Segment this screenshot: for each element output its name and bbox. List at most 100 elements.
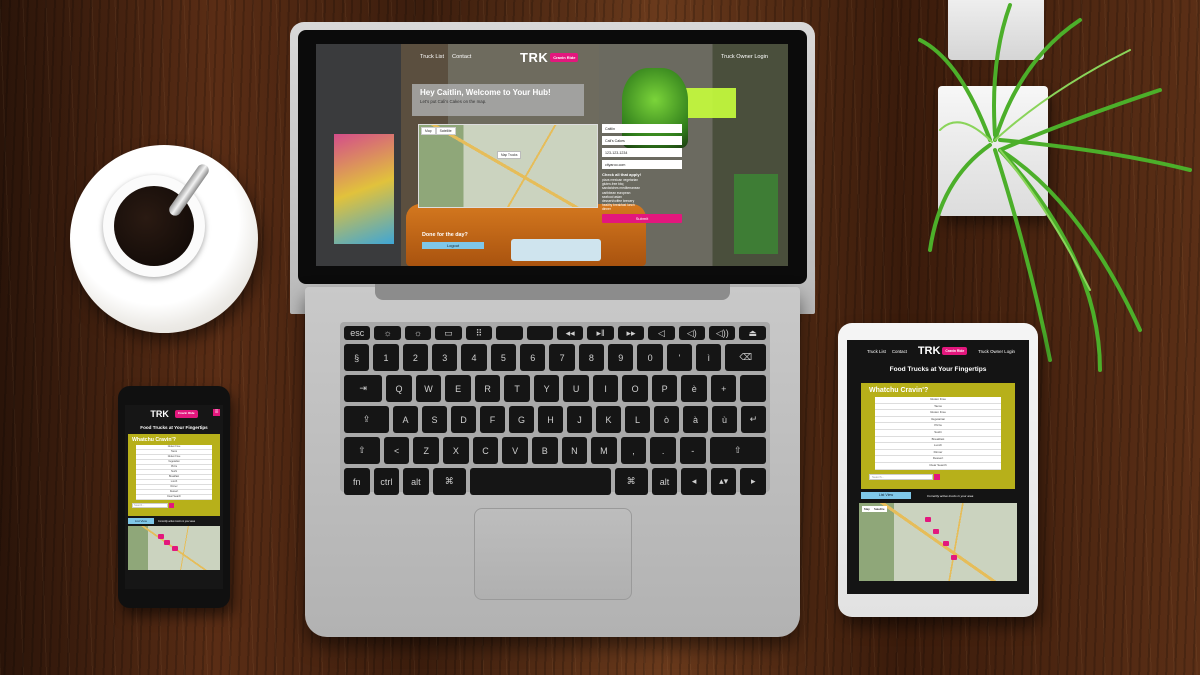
- phone-map[interactable]: [128, 526, 220, 570]
- key[interactable]: I: [592, 375, 619, 402]
- key[interactable]: G: [509, 406, 534, 433]
- key[interactable]: O: [622, 375, 648, 402]
- tablet-nav-truck-list[interactable]: Truck List: [867, 349, 886, 354]
- list-item[interactable]: Lunch: [875, 443, 1001, 450]
- phone-field[interactable]: 123-123-1234: [602, 148, 682, 157]
- key[interactable]: .: [650, 437, 676, 464]
- key[interactable]: H: [538, 406, 563, 433]
- key[interactable]: 1: [373, 344, 399, 371]
- tablet-map-tab-satellite[interactable]: Satellite: [871, 506, 887, 512]
- cuisine-checkbox-row[interactable]: dinner: [602, 207, 682, 211]
- key[interactable]: 7: [549, 344, 575, 371]
- key[interactable]: ☼: [374, 326, 401, 340]
- tablet-nav-contact[interactable]: Contact: [892, 349, 907, 354]
- key[interactable]: à: [683, 406, 708, 433]
- key[interactable]: ⠿: [465, 326, 493, 340]
- list-item[interactable]: Gluten Free: [875, 397, 1001, 404]
- tablet-map[interactable]: Map Satellite: [859, 503, 1017, 581]
- ctrl-key[interactable]: ctrl: [373, 468, 400, 495]
- list-item[interactable]: Vegetarian: [875, 417, 1001, 424]
- key[interactable]: J: [567, 406, 592, 433]
- tablet-list-view-button[interactable]: List View: [861, 492, 911, 499]
- key[interactable]: ▸‖: [587, 326, 614, 340]
- key[interactable]: U: [563, 375, 589, 402]
- key[interactable]: V: [502, 437, 528, 464]
- key[interactable]: T: [504, 375, 530, 402]
- key[interactable]: ◁: [648, 326, 675, 340]
- key[interactable]: §: [344, 344, 370, 371]
- map-tab-map[interactable]: Map: [421, 127, 436, 135]
- backspace-key[interactable]: ⌫: [725, 344, 767, 371]
- space-key[interactable]: [469, 468, 611, 495]
- key[interactable]: N: [561, 437, 588, 464]
- key[interactable]: ⏏: [739, 326, 766, 340]
- location-map[interactable]: Map Satellite Map Trucks: [418, 124, 598, 208]
- list-item[interactable]: Clear Search: [136, 495, 212, 500]
- key[interactable]: ,: [620, 437, 647, 464]
- key[interactable]: W: [415, 375, 442, 402]
- key[interactable]: Z: [413, 437, 440, 464]
- key[interactable]: Q: [386, 375, 412, 402]
- fn-key[interactable]: fn: [344, 468, 370, 495]
- alt-key[interactable]: alt: [651, 468, 678, 495]
- key[interactable]: 5: [490, 344, 517, 371]
- key[interactable]: Y: [533, 375, 560, 402]
- key[interactable]: L: [625, 406, 650, 433]
- cmd-key[interactable]: ⌘: [614, 468, 648, 495]
- tablet-search-button[interactable]: [934, 473, 940, 480]
- key[interactable]: ì: [696, 344, 722, 371]
- list-item[interactable]: Dessert: [875, 456, 1001, 463]
- key[interactable]: <: [383, 437, 410, 464]
- tab-key[interactable]: ⇥: [344, 375, 383, 402]
- key[interactable]: [740, 375, 766, 402]
- trackpad[interactable]: [474, 508, 632, 600]
- list-item[interactable]: Clear Search: [875, 463, 1001, 470]
- name-field[interactable]: Caitlin: [602, 124, 682, 133]
- truck-pin-icon[interactable]: [925, 517, 931, 522]
- truck-pin-icon[interactable]: [158, 534, 164, 539]
- tablet-search-input[interactable]: Search...: [869, 473, 933, 480]
- key[interactable]: ù: [712, 406, 737, 433]
- key[interactable]: ': [666, 344, 693, 371]
- key[interactable]: M: [591, 437, 617, 464]
- list-item[interactable]: Gluten Free: [875, 410, 1001, 417]
- tablet-map-tab-map[interactable]: Map: [862, 506, 872, 512]
- key[interactable]: B: [531, 437, 558, 464]
- shift-key[interactable]: ⇧: [709, 437, 766, 464]
- logout-button[interactable]: Logout: [422, 242, 484, 249]
- key[interactable]: ò: [654, 406, 679, 433]
- nav-truck-list[interactable]: Truck List: [420, 54, 444, 60]
- phone-search-button[interactable]: [169, 503, 174, 508]
- key[interactable]: R: [474, 375, 501, 402]
- key[interactable]: S: [422, 406, 447, 433]
- key[interactable]: ◁): [678, 326, 706, 340]
- cmd-key[interactable]: ⌘: [432, 468, 466, 495]
- key[interactable]: D: [451, 406, 476, 433]
- enter-key[interactable]: ↵: [741, 406, 766, 433]
- website-field[interactable]: cityaroo.com: [602, 160, 682, 169]
- list-item[interactable]: Dinner: [875, 450, 1001, 457]
- map-tab-satellite[interactable]: Satellite: [435, 127, 456, 135]
- menu-icon[interactable]: ≡: [213, 409, 220, 416]
- key[interactable]: ◁)): [709, 326, 736, 340]
- key[interactable]: 4: [461, 344, 487, 371]
- key[interactable]: 9: [608, 344, 634, 371]
- list-item[interactable]: Sushi: [875, 430, 1001, 437]
- key[interactable]: [526, 326, 553, 340]
- submit-button[interactable]: Submit: [602, 213, 682, 223]
- key[interactable]: +: [710, 375, 737, 402]
- nav-owner-login[interactable]: Truck Owner Login: [721, 54, 768, 60]
- arrow-left-key[interactable]: ◂: [681, 468, 707, 495]
- key[interactable]: 6: [520, 344, 546, 371]
- tablet-nav-owner-login[interactable]: Truck Owner Login: [978, 349, 1015, 354]
- key[interactable]: X: [443, 437, 469, 464]
- truck-pin-icon[interactable]: [172, 546, 178, 551]
- truck-pin-icon[interactable]: [933, 529, 939, 534]
- logo[interactable]: TRK Cravin Ride: [520, 50, 579, 65]
- key[interactable]: P: [651, 375, 678, 402]
- key[interactable]: C: [472, 437, 499, 464]
- key[interactable]: K: [596, 406, 621, 433]
- key[interactable]: ▸▸: [617, 326, 645, 340]
- list-item[interactable]: Pizza: [875, 423, 1001, 430]
- arrow-right-key[interactable]: ▸: [740, 468, 766, 495]
